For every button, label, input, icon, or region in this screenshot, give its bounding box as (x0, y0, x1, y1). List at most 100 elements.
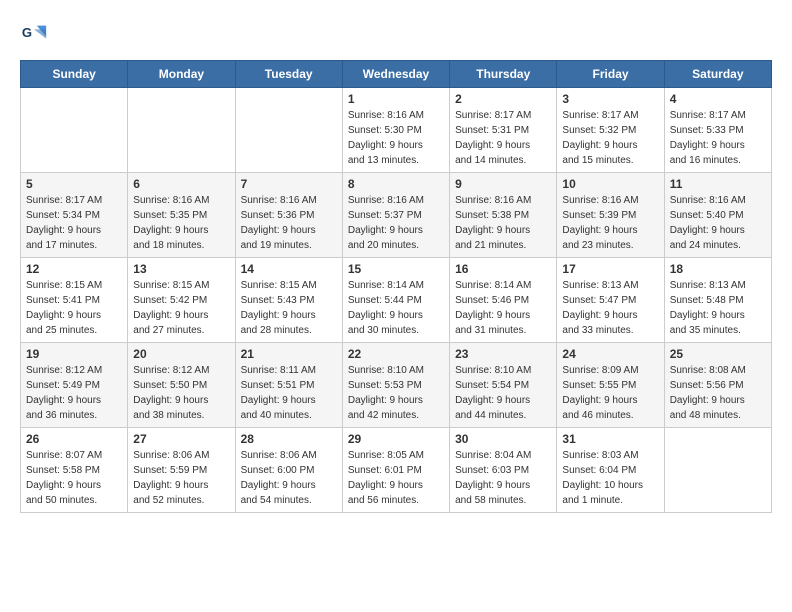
day-info: Sunrise: 8:03 AMSunset: 6:04 PMDaylight:… (562, 448, 658, 508)
calendar-day-cell: 27Sunrise: 8:06 AMSunset: 5:59 PMDayligh… (128, 428, 235, 513)
weekday-header-cell: Tuesday (235, 61, 342, 88)
day-number: 9 (455, 177, 551, 191)
calendar-day-cell: 23 Sunrise: 8:10 AMSunset: 5:54 PMDayligh… (450, 343, 557, 428)
day-info: Sunrise: 8:14 AMSunset: 5:46 PMDaylight:… (455, 278, 551, 338)
calendar-day-cell: 6Sunrise: 8:16 AMSunset: 5:35 PMDaylight… (128, 173, 235, 258)
day-number: 18 (670, 262, 766, 276)
calendar-day-cell: 15 Sunrise: 8:14 AMSunset: 5:44 PMDayligh… (342, 258, 449, 343)
day-info: Sunrise: 8:13 AMSunset: 5:47 PMDaylight:… (562, 278, 658, 338)
day-info: Sunrise: 8:17 AMSunset: 5:32 PMDaylight:… (562, 108, 658, 168)
calendar-week-row: 5Sunrise: 8:17 AMSunset: 5:34 PMDaylight… (21, 173, 772, 258)
calendar-day-cell: 1 Sunrise: 8:16 AMSunset: 5:30 PMDaylight… (342, 88, 449, 173)
day-number: 2 (455, 92, 551, 106)
calendar-day-cell: 12 Sunrise: 8:15 AMSunset: 5:41 PMDayligh… (21, 258, 128, 343)
calendar-day-cell: 11Sunrise: 8:16 AMSunset: 5:40 PMDayligh… (664, 173, 771, 258)
day-info: Sunrise: 8:10 AMSunset: 5:54 PMDaylight:… (455, 363, 551, 423)
calendar-day-cell: 28 Sunrise: 8:06 AMSunset: 6:00 PMDayligh… (235, 428, 342, 513)
day-info: Sunrise: 8:10 AMSunset: 5:53 PMDaylight:… (348, 363, 444, 423)
logo: G (20, 20, 54, 48)
calendar-day-cell: 26 Sunrise: 8:07 AMSunset: 5:58 PMDayligh… (21, 428, 128, 513)
calendar-day-cell: 10 Sunrise: 8:16 AMSunset: 5:39 PMDayligh… (557, 173, 664, 258)
calendar-day-cell: 22 Sunrise: 8:10 AMSunset: 5:53 PMDayligh… (342, 343, 449, 428)
day-number: 8 (348, 177, 444, 191)
day-info: Sunrise: 8:17 AMSunset: 5:33 PMDaylight:… (670, 108, 766, 168)
weekday-header-cell: Thursday (450, 61, 557, 88)
calendar-day-cell: 20Sunrise: 8:12 AMSunset: 5:50 PMDayligh… (128, 343, 235, 428)
day-number: 3 (562, 92, 658, 106)
svg-text:G: G (22, 25, 32, 40)
weekday-header-cell: Sunday (21, 61, 128, 88)
calendar-day-cell: 3 Sunrise: 8:17 AMSunset: 5:32 PMDaylight… (557, 88, 664, 173)
day-number: 10 (562, 177, 658, 191)
day-info: Sunrise: 8:15 AMSunset: 5:42 PMDaylight:… (133, 278, 229, 338)
day-info: Sunrise: 8:16 AMSunset: 5:36 PMDaylight:… (241, 193, 337, 253)
day-info: Sunrise: 8:13 AMSunset: 5:48 PMDaylight:… (670, 278, 766, 338)
calendar-day-cell (664, 428, 771, 513)
day-info: Sunrise: 8:16 AMSunset: 5:30 PMDaylight:… (348, 108, 444, 168)
day-info: Sunrise: 8:12 AMSunset: 5:49 PMDaylight:… (26, 363, 122, 423)
day-number: 13 (133, 262, 229, 276)
calendar-day-cell: 18 Sunrise: 8:13 AMSunset: 5:48 PMDayligh… (664, 258, 771, 343)
calendar-day-cell: 2 Sunrise: 8:17 AMSunset: 5:31 PMDaylight… (450, 88, 557, 173)
day-info: Sunrise: 8:06 AMSunset: 6:00 PMDaylight:… (241, 448, 337, 508)
day-info: Sunrise: 8:09 AMSunset: 5:55 PMDaylight:… (562, 363, 658, 423)
day-number: 15 (348, 262, 444, 276)
day-number: 22 (348, 347, 444, 361)
weekday-header-cell: Wednesday (342, 61, 449, 88)
calendar-day-cell: 30Sunrise: 8:04 AMSunset: 6:03 PMDayligh… (450, 428, 557, 513)
weekday-header-cell: Friday (557, 61, 664, 88)
calendar-day-cell: 17 Sunrise: 8:13 AMSunset: 5:47 PMDayligh… (557, 258, 664, 343)
calendar-day-cell: 19 Sunrise: 8:12 AMSunset: 5:49 PMDayligh… (21, 343, 128, 428)
day-number: 31 (562, 432, 658, 446)
calendar-day-cell: 13 Sunrise: 8:15 AMSunset: 5:42 PMDayligh… (128, 258, 235, 343)
day-number: 26 (26, 432, 122, 446)
day-number: 30 (455, 432, 551, 446)
calendar-day-cell: 7 Sunrise: 8:16 AMSunset: 5:36 PMDaylight… (235, 173, 342, 258)
weekday-header-cell: Monday (128, 61, 235, 88)
calendar-week-row: 1 Sunrise: 8:16 AMSunset: 5:30 PMDaylight… (21, 88, 772, 173)
calendar-week-row: 19 Sunrise: 8:12 AMSunset: 5:49 PMDayligh… (21, 343, 772, 428)
day-number: 5 (26, 177, 122, 191)
calendar-week-row: 12 Sunrise: 8:15 AMSunset: 5:41 PMDayligh… (21, 258, 772, 343)
day-number: 23 (455, 347, 551, 361)
weekday-header-row: SundayMondayTuesdayWednesdayThursdayFrid… (21, 61, 772, 88)
calendar-day-cell: 24 Sunrise: 8:09 AMSunset: 5:55 PMDayligh… (557, 343, 664, 428)
day-info: Sunrise: 8:17 AMSunset: 5:31 PMDaylight:… (455, 108, 551, 168)
day-info: Sunrise: 8:05 AMSunset: 6:01 PMDaylight:… (348, 448, 444, 508)
day-number: 1 (348, 92, 444, 106)
day-info: Sunrise: 8:16 AMSunset: 5:39 PMDaylight:… (562, 193, 658, 253)
day-number: 29 (348, 432, 444, 446)
calendar-day-cell: 25 Sunrise: 8:08 AMSunset: 5:56 PMDayligh… (664, 343, 771, 428)
day-number: 24 (562, 347, 658, 361)
day-number: 4 (670, 92, 766, 106)
day-info: Sunrise: 8:16 AMSunset: 5:35 PMDaylight:… (133, 193, 229, 253)
day-info: Sunrise: 8:16 AMSunset: 5:38 PMDaylight:… (455, 193, 551, 253)
calendar-table: SundayMondayTuesdayWednesdayThursdayFrid… (20, 60, 772, 513)
logo-icon: G (20, 20, 48, 48)
day-number: 21 (241, 347, 337, 361)
day-info: Sunrise: 8:16 AMSunset: 5:40 PMDaylight:… (670, 193, 766, 253)
calendar-day-cell: 8 Sunrise: 8:16 AMSunset: 5:37 PMDaylight… (342, 173, 449, 258)
day-number: 25 (670, 347, 766, 361)
calendar-day-cell: 5Sunrise: 8:17 AMSunset: 5:34 PMDaylight… (21, 173, 128, 258)
calendar-day-cell: 9 Sunrise: 8:16 AMSunset: 5:38 PMDaylight… (450, 173, 557, 258)
day-info: Sunrise: 8:15 AMSunset: 5:43 PMDaylight:… (241, 278, 337, 338)
calendar-day-cell (235, 88, 342, 173)
day-info: Sunrise: 8:16 AMSunset: 5:37 PMDaylight:… (348, 193, 444, 253)
day-info: Sunrise: 8:14 AMSunset: 5:44 PMDaylight:… (348, 278, 444, 338)
day-info: Sunrise: 8:07 AMSunset: 5:58 PMDaylight:… (26, 448, 122, 508)
day-number: 14 (241, 262, 337, 276)
day-number: 28 (241, 432, 337, 446)
page-header: G (20, 20, 772, 48)
day-number: 17 (562, 262, 658, 276)
weekday-header-cell: Saturday (664, 61, 771, 88)
day-info: Sunrise: 8:15 AMSunset: 5:41 PMDaylight:… (26, 278, 122, 338)
day-info: Sunrise: 8:08 AMSunset: 5:56 PMDaylight:… (670, 363, 766, 423)
day-number: 19 (26, 347, 122, 361)
calendar-day-cell (128, 88, 235, 173)
day-number: 7 (241, 177, 337, 191)
day-number: 12 (26, 262, 122, 276)
day-info: Sunrise: 8:12 AMSunset: 5:50 PMDaylight:… (133, 363, 229, 423)
day-number: 16 (455, 262, 551, 276)
calendar-day-cell: 29 Sunrise: 8:05 AMSunset: 6:01 PMDayligh… (342, 428, 449, 513)
